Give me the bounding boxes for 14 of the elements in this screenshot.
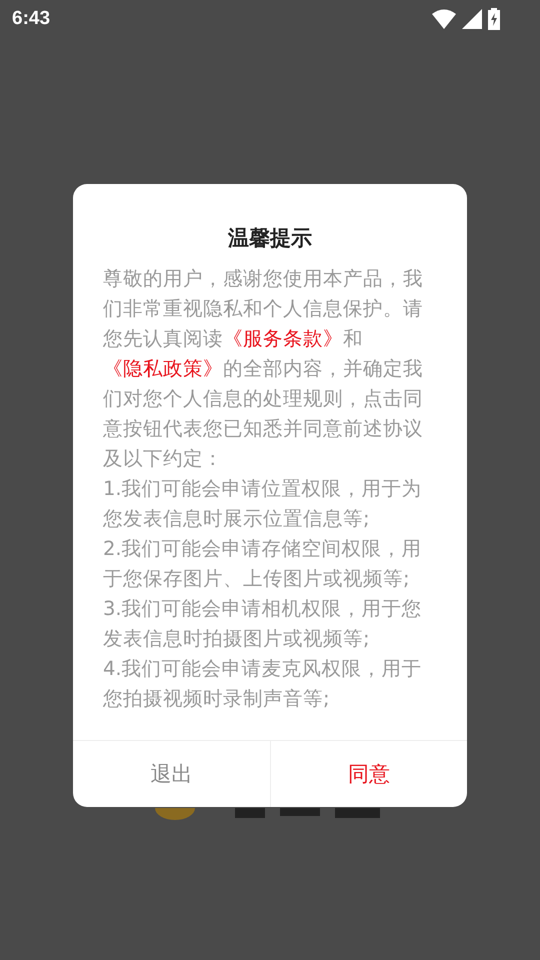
signal-icon <box>462 9 482 29</box>
permission-item: 3.我们可能会申请相机权限，用于您发表信息时拍摄图片或视频等; <box>103 596 423 652</box>
status-time: 6:43 <box>12 8 50 30</box>
permission-item: 4.我们可能会申请麦克风权限，用于您拍摄视频时录制声音等; <box>103 656 423 712</box>
agree-button[interactable]: 同意 <box>270 741 467 807</box>
battery-icon <box>488 8 500 30</box>
policy-link[interactable]: 《服务条款》 <box>223 327 343 350</box>
policy-link[interactable]: 《隐私政策》 <box>103 357 223 380</box>
permission-item: 1.我们可能会申请位置权限，用于为您发表信息时展示位置信息等; <box>103 476 423 532</box>
exit-button[interactable]: 退出 <box>73 741 270 807</box>
dialog-title: 温馨提示 <box>226 225 313 252</box>
permission-item: 2.我们可能会申请存储空间权限，用于您保存图片、上传图片或视频等; <box>103 536 423 592</box>
wifi-icon <box>432 9 456 29</box>
intro-paragraph: 尊敬的用户，感谢您使用本产品，我们非常重视隐私和个人信息保护。请您先认真阅读《服务条款》和 《隐私政策》的全部内容，并确定我们对您个人信息的处理规则，点击同意按钮代表您已知悉并同意前述协议及以下约定： <box>103 266 424 472</box>
